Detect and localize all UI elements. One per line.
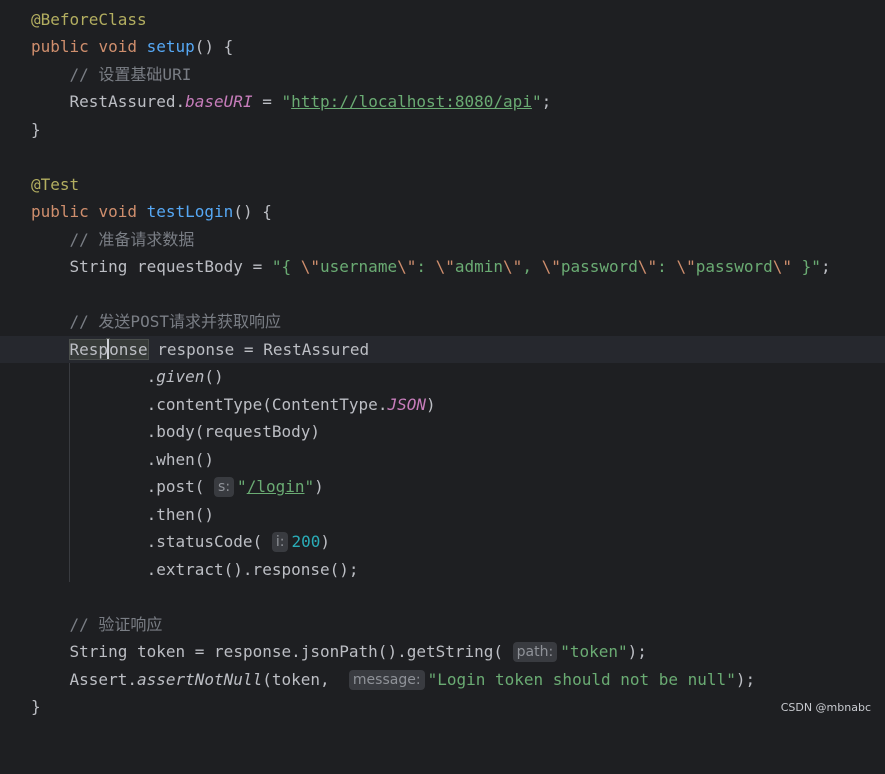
watermark: CSDN @mbnabc (780, 701, 871, 714)
code-line[interactable]: public void testLogin() { (0, 198, 885, 225)
code-line[interactable]: @BeforeClass (0, 6, 885, 33)
annotation-test: @Test (31, 175, 80, 194)
method-post: post (156, 477, 195, 496)
code-line[interactable]: // 验证响应 (0, 611, 885, 638)
code-line[interactable]: } (0, 693, 885, 720)
current-code-line[interactable]: Response response = RestAssured (0, 336, 885, 363)
code-comment: // 发送POST请求并获取响应 (69, 312, 281, 331)
method-then: then (156, 505, 195, 524)
code-line[interactable]: public void setup() { (0, 33, 885, 60)
static-field: baseURI (185, 92, 253, 111)
variable-request-body: requestBody (136, 257, 243, 276)
method-name-setup: setup (146, 37, 195, 56)
variable-response: response (157, 340, 235, 359)
code-line[interactable]: String requestBody = "{ \"username\": \"… (0, 253, 885, 280)
type-string: String (69, 257, 128, 276)
code-line[interactable]: Assert.assertNotNull(token, message: "Log… (0, 666, 885, 693)
path-link[interactable]: /login (247, 477, 305, 496)
number-literal: 200 (291, 532, 321, 551)
code-comment: // 验证响应 (69, 615, 163, 634)
keyword-public: public (31, 202, 89, 221)
type-string: String (69, 642, 128, 661)
code-line[interactable]: .when() (0, 446, 885, 473)
parameter-hint: message: (348, 670, 425, 690)
variable-token: token (136, 642, 186, 661)
code-line[interactable]: .contentType(ContentType.JSON) (0, 391, 885, 418)
method-name-test-login: testLogin (146, 202, 234, 221)
class-content-type: ContentType (271, 395, 378, 414)
class-assert: Assert (69, 670, 128, 689)
method-assert-not-null: assertNotNull (136, 670, 263, 689)
class-rest-assured: RestAssured (263, 340, 370, 359)
code-line[interactable]: // 准备请求数据 (0, 226, 885, 253)
annotation-before-class: @BeforeClass (31, 10, 147, 29)
string-message: Login token should not be null (437, 670, 727, 689)
code-line[interactable]: .given() (0, 363, 885, 390)
parameter-hint: path: (512, 642, 558, 662)
keyword-void: void (98, 202, 137, 221)
method-body: body (156, 422, 195, 441)
code-line[interactable]: String token = response.jsonPath().getSt… (0, 638, 885, 665)
parameter-hint: i: (271, 532, 289, 552)
code-comment: // 准备请求数据 (69, 230, 195, 249)
code-line[interactable]: .extract().response(); (0, 556, 885, 583)
method-extract-chain: .extract().response(); (146, 560, 359, 579)
method-content-type: contentType (156, 395, 263, 414)
code-line[interactable]: .then() (0, 501, 885, 528)
method-given: given (156, 367, 205, 386)
code-line[interactable]: .body(requestBody) (0, 418, 885, 445)
json-path-chain: response.jsonPath().getString( (214, 642, 504, 661)
keyword-public: public (31, 37, 89, 56)
url-link[interactable]: http://localhost:8080/api (291, 92, 532, 111)
constant-json: JSON (387, 395, 426, 414)
keyword-void: void (98, 37, 137, 56)
string-token: token (569, 642, 619, 661)
code-line[interactable]: RestAssured.baseURI = "http://localhost:… (0, 88, 885, 115)
method-when: when (156, 450, 195, 469)
class-name: RestAssured (69, 92, 176, 111)
type-response: Response (68, 339, 149, 360)
parameter-hint: s: (214, 477, 235, 497)
code-line[interactable]: .post( s: "/login") (0, 473, 885, 500)
method-status-code: statusCode (156, 532, 253, 551)
code-line[interactable]: } (0, 116, 885, 143)
code-comment: // 设置基础URI (69, 65, 192, 84)
code-line[interactable]: @Test (0, 171, 885, 198)
code-editor[interactable]: @BeforeClass public void setup() { // 设置… (0, 0, 885, 722)
code-line[interactable]: .statusCode( i: 200) (0, 528, 885, 555)
code-line[interactable]: // 设置基础URI (0, 61, 885, 88)
code-line[interactable]: // 发送POST请求并获取响应 (0, 308, 885, 335)
